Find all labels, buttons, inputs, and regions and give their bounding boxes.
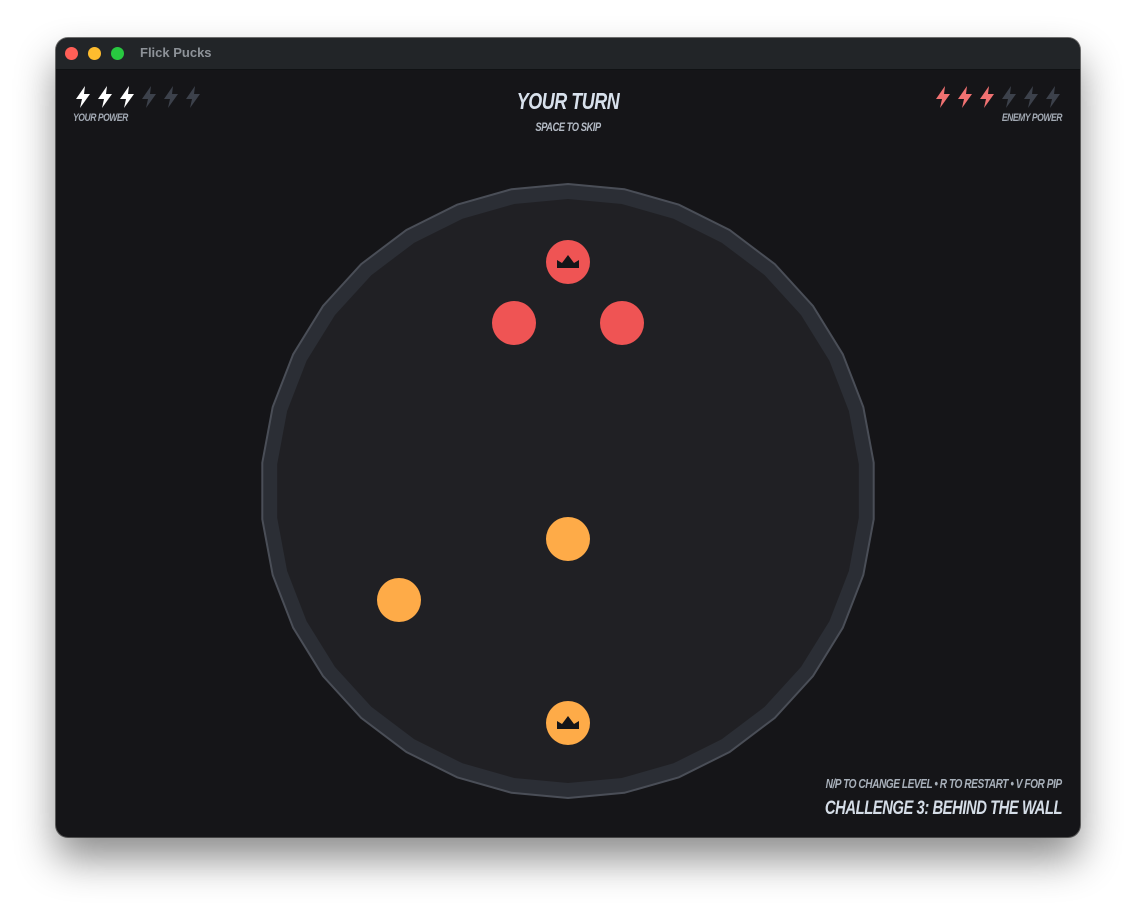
level-title: CHALLENGE 3: BEHIND THE WALL	[824, 798, 1063, 819]
window-title: Flick Pucks	[140, 45, 212, 60]
player-puck[interactable]	[546, 517, 590, 561]
arena-board[interactable]	[56, 70, 1080, 837]
enemy-power-label: ENEMY POWER	[1001, 112, 1062, 124]
enemy-puck	[492, 301, 536, 345]
arena-floor	[277, 199, 859, 783]
lightning-icon-filled	[98, 86, 112, 108]
lightning-icon-empty	[1002, 86, 1016, 108]
close-window-button[interactable]	[65, 47, 78, 60]
skip-hint: SPACE TO SKIP	[535, 120, 601, 134]
controls-help: N/P TO CHANGE LEVEL • R TO RESTART • V F…	[825, 776, 1063, 791]
player-power-label: YOUR POWER	[73, 112, 128, 124]
player-puck[interactable]	[377, 578, 421, 622]
game-window: Flick Pucks YOUR POWER ENEMY POWER YOUR …	[56, 38, 1080, 837]
minimize-window-button[interactable]	[88, 47, 101, 60]
lightning-icon-empty	[1046, 86, 1060, 108]
lightning-icon-filled	[980, 86, 994, 108]
lightning-icon-filled	[120, 86, 134, 108]
lightning-icon-filled	[76, 86, 90, 108]
enemy-king-puck	[546, 240, 590, 284]
lightning-icon-empty	[1024, 86, 1038, 108]
game-area[interactable]: YOUR POWER ENEMY POWER YOUR TURN SPACE T…	[56, 70, 1080, 837]
title-bar: Flick Pucks	[56, 38, 1080, 70]
maximize-window-button[interactable]	[111, 47, 124, 60]
lightning-icon-empty	[142, 86, 156, 108]
player-king-puck[interactable]	[546, 701, 590, 745]
turn-indicator: YOUR TURN	[516, 88, 620, 114]
enemy-puck	[600, 301, 644, 345]
